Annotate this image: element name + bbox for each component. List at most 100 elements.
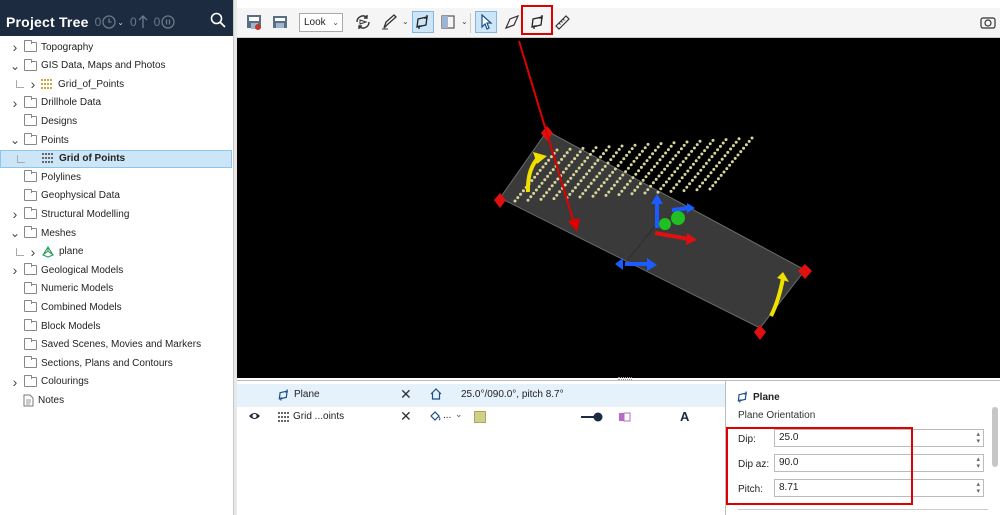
- tree-item[interactable]: › Geological Models: [0, 261, 232, 279]
- slice-mode-button[interactable]: [437, 11, 459, 33]
- tree-item[interactable]: Sections, Plans and Contours: [0, 354, 232, 372]
- folder-icon: [24, 356, 37, 369]
- tree-item[interactable]: ⌄ GIS Data, Maps and Photos: [0, 57, 232, 75]
- colour-menu-label[interactable]: ...: [443, 410, 451, 421]
- point-marker: [604, 193, 608, 197]
- object-row-plane[interactable]: Plane ✕ 25.0°/090.0°, pitch 8.7°: [237, 384, 725, 406]
- point-marker: [557, 161, 561, 165]
- close-icon[interactable]: ✕: [400, 408, 412, 425]
- tree-item[interactable]: › Structural Modelling: [0, 205, 232, 223]
- point-marker: [548, 171, 552, 175]
- chevron-down-icon[interactable]: ⌄: [402, 17, 409, 26]
- chevron-down-icon[interactable]: ⌄: [10, 226, 20, 240]
- chevron-right-icon[interactable]: ›: [10, 262, 20, 278]
- point-marker: [615, 180, 619, 184]
- point-marker: [679, 147, 683, 151]
- tree-item[interactable]: › plane: [0, 243, 232, 261]
- tree-item-label: Structural Modelling: [41, 208, 130, 220]
- point-grid-icon: [42, 153, 55, 164]
- chevron-right-icon[interactable]: ›: [10, 39, 20, 55]
- clear-scene-icon: [273, 16, 287, 28]
- folder-icon: [24, 114, 37, 127]
- chevron-down-icon[interactable]: ⌄: [10, 59, 20, 73]
- chevron-right-icon[interactable]: ›: [10, 374, 20, 390]
- point-marker: [562, 154, 566, 158]
- point-marker: [578, 195, 582, 199]
- draw-line-button[interactable]: [378, 11, 400, 33]
- arrow-up-control[interactable]: 0: [130, 15, 148, 29]
- search-icon[interactable]: [210, 12, 226, 31]
- chevron-down-icon[interactable]: ⌄: [10, 133, 20, 147]
- properties-scrollbar[interactable]: [992, 407, 998, 467]
- chevron-right-icon[interactable]: ›: [28, 76, 38, 92]
- home-view-icon[interactable]: [429, 387, 443, 404]
- tree-item[interactable]: Grid of Points: [0, 149, 232, 168]
- point-marker: [656, 190, 660, 194]
- object-row-grid-of-points[interactable]: Grid ...oints ✕ ... ⌄ A: [237, 406, 725, 428]
- point-marker: [552, 197, 556, 201]
- point-marker: [667, 177, 671, 181]
- tree-item[interactable]: Saved Scenes, Movies and Markers: [0, 336, 232, 354]
- chevron-right-icon[interactable]: ›: [28, 244, 38, 260]
- screenshot-button[interactable]: [977, 11, 999, 33]
- spinner-icon[interactable]: ▴ ▾: [976, 431, 980, 445]
- rotate-view-button[interactable]: [352, 11, 374, 33]
- chevron-down-icon[interactable]: ⌄: [455, 409, 463, 420]
- pause-control[interactable]: 0: [154, 15, 176, 29]
- 3d-scene-view[interactable]: [237, 38, 1000, 378]
- point-marker: [742, 146, 746, 150]
- tree-item[interactable]: › Topography: [0, 38, 232, 56]
- corner-handle[interactable]: [754, 325, 766, 340]
- point-marker: [715, 164, 719, 168]
- label-text-icon[interactable]: A: [680, 409, 689, 424]
- tree-item[interactable]: Geophysical Data: [0, 187, 232, 205]
- tree-item[interactable]: › Drillhole Data: [0, 94, 232, 112]
- tree-item[interactable]: Numeric Models: [0, 280, 232, 298]
- colour-swatch[interactable]: [474, 411, 486, 423]
- look-select[interactable]: Look ⌄: [299, 13, 343, 32]
- chevron-down-icon[interactable]: ⌄: [461, 17, 468, 26]
- point-marker: [646, 142, 650, 146]
- point-marker: [553, 180, 557, 184]
- close-icon[interactable]: ✕: [400, 386, 412, 403]
- tree-item[interactable]: ⌄ Meshes: [0, 224, 232, 242]
- select-tool-button[interactable]: [475, 11, 497, 33]
- point-marker: [586, 185, 590, 189]
- paint-bucket-icon[interactable]: [428, 409, 442, 426]
- point-marker: [581, 146, 585, 150]
- tree-item[interactable]: ⌄ Points: [0, 131, 232, 149]
- cursor-arrow-icon: [481, 13, 493, 30]
- chevron-right-icon[interactable]: ›: [10, 206, 20, 222]
- tree-item[interactable]: › Grid_of_Points: [0, 75, 232, 93]
- point-marker: [543, 178, 547, 182]
- point-marker: [712, 167, 716, 171]
- transparency-icon[interactable]: [618, 411, 632, 426]
- spinner-icon[interactable]: ▴ ▾: [976, 456, 980, 470]
- point-marker: [643, 146, 647, 150]
- tree-item[interactable]: Block Models: [0, 317, 232, 335]
- draw-plane-button[interactable]: [501, 11, 523, 33]
- point-marker: [709, 171, 713, 175]
- spinner-icon[interactable]: ▴ ▾: [976, 481, 980, 495]
- point-size-slider[interactable]: [580, 411, 604, 426]
- measure-button[interactable]: [551, 11, 573, 33]
- tree-item[interactable]: › Colourings: [0, 373, 232, 391]
- clock-control[interactable]: 0 ⌄: [95, 15, 124, 29]
- save-scene-button[interactable]: [243, 11, 265, 33]
- tree-item[interactable]: Notes: [0, 391, 232, 409]
- delete-scene-button[interactable]: [269, 11, 291, 33]
- point-marker: [612, 183, 616, 187]
- tree-item[interactable]: Combined Models: [0, 298, 232, 316]
- point-marker: [663, 167, 667, 171]
- point-marker: [561, 170, 565, 174]
- point-marker: [604, 148, 608, 152]
- plane-tool-button[interactable]: [412, 11, 434, 33]
- tree-item[interactable]: Polylines: [0, 168, 232, 186]
- point-marker: [730, 160, 734, 164]
- point-marker: [626, 166, 630, 170]
- chevron-right-icon[interactable]: ›: [10, 95, 20, 111]
- tree-item[interactable]: Designs: [0, 112, 232, 130]
- point-marker: [547, 187, 551, 191]
- eye-icon[interactable]: [248, 411, 261, 424]
- point-marker: [606, 161, 610, 165]
